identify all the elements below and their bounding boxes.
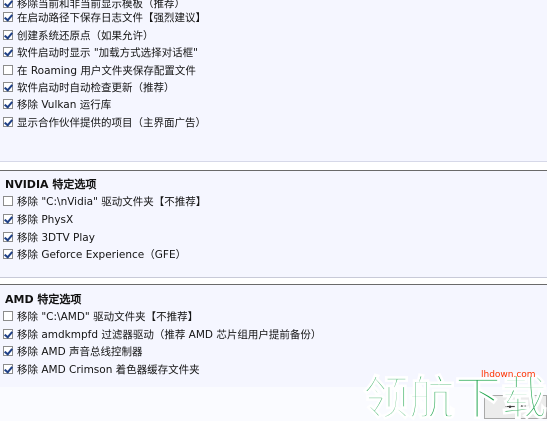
- option-remove-nvidia-folder[interactable]: 移除 "C:\nVidia" 驱动文件夹【不推荐】: [0, 193, 206, 209]
- checkbox[interactable]: [3, 232, 13, 242]
- checkbox[interactable]: [3, 47, 13, 57]
- option-remove-amd-audio-bus[interactable]: 移除 AMD 声音总线控制器: [0, 343, 143, 359]
- option-label: 移除 "C:\nVidia" 驱动文件夹【不推荐】: [17, 195, 207, 208]
- option-roaming-config[interactable]: 在 Roaming 用户文件夹保存配置文件: [0, 62, 196, 78]
- nvidia-section-title: NVIDIA 特定选项: [5, 178, 97, 191]
- option-label: 显示合作伙伴提供的项目（主界面广告）: [17, 116, 206, 129]
- option-remove-gfe[interactable]: 移除 Geforce Experience（GFE）: [0, 246, 186, 262]
- checkbox[interactable]: [3, 0, 13, 8]
- option-label: 移除 AMD 声音总线控制器: [17, 345, 143, 358]
- option-remove-crimson-cache[interactable]: 移除 AMD Crimson 着色器缓存文件夹: [0, 361, 200, 377]
- option-remove-amd-folder[interactable]: 移除 "C:\AMD" 驱动文件夹【不推荐】: [0, 308, 198, 324]
- checkbox[interactable]: [3, 329, 13, 339]
- option-label: 软件启动时显示 "加载方式选择对话框": [17, 46, 198, 59]
- option-label: 移除 Geforce Experience（GFE）: [17, 248, 187, 261]
- option-label: 软件启动时自动检查更新（推荐）: [17, 81, 175, 94]
- option-label: 移除 PhysX: [17, 213, 74, 226]
- checkbox[interactable]: [3, 99, 13, 109]
- checkbox[interactable]: [3, 65, 13, 75]
- watermark-logo: 领航下载 lhdown.com: [362, 362, 547, 424]
- checkbox[interactable]: [3, 364, 13, 374]
- option-label: 移除 amdkmpfd 过滤器驱动（推荐 AMD 芯片组用户提前备份）: [17, 328, 322, 341]
- option-label: 在 Roaming 用户文件夹保存配置文件: [17, 64, 196, 77]
- option-remove-physx[interactable]: 移除 PhysX: [0, 211, 73, 227]
- option-remove-vulkan[interactable]: 移除 Vulkan 运行库: [0, 96, 111, 112]
- checkbox[interactable]: [3, 249, 13, 259]
- option-remove-amdkmpfd[interactable]: 移除 amdkmpfd 过滤器驱动（推荐 AMD 芯片组用户提前备份）: [0, 326, 321, 342]
- checkbox[interactable]: [3, 196, 13, 206]
- option-remove-3dtv[interactable]: 移除 3DTV Play: [0, 229, 95, 245]
- checkbox[interactable]: [3, 82, 13, 92]
- checkbox[interactable]: [3, 214, 13, 224]
- option-save-log[interactable]: 在启动路径下保存日志文件【强烈建议】: [0, 9, 206, 25]
- option-label: 移除 Vulkan 运行库: [17, 98, 112, 111]
- checkbox[interactable]: [3, 346, 13, 356]
- option-label: 在启动路径下保存日志文件【强烈建议】: [17, 11, 206, 24]
- amd-section-title: AMD 特定选项: [5, 293, 82, 306]
- general-options-panel: 移除当前和非当前显示模板（推荐） 在启动路径下保存日志文件【强烈建议】 创建系统…: [0, 0, 547, 162]
- option-label: 创建系统还原点（如果允许）: [17, 29, 154, 42]
- nvidia-options-panel: NVIDIA 特定选项 移除 "C:\nVidia" 驱动文件夹【不推荐】 移除…: [0, 170, 547, 278]
- watermark-site: lhdown.com: [481, 370, 536, 380]
- checkbox[interactable]: [3, 117, 13, 127]
- option-label: 移除 "C:\AMD" 驱动文件夹【不推荐】: [17, 310, 199, 323]
- option-auto-update[interactable]: 软件启动时自动检查更新（推荐）: [0, 79, 175, 95]
- checkbox[interactable]: [3, 30, 13, 40]
- option-label: 移除 3DTV Play: [17, 231, 95, 244]
- option-restore-point[interactable]: 创建系统还原点（如果允许）: [0, 27, 154, 43]
- checkbox[interactable]: [3, 12, 13, 22]
- checkbox[interactable]: [3, 311, 13, 321]
- option-label: 移除 AMD Crimson 着色器缓存文件夹: [17, 363, 200, 376]
- option-show-load-dialog[interactable]: 软件启动时显示 "加载方式选择对话框": [0, 44, 198, 60]
- option-partner-items[interactable]: 显示合作伙伴提供的项目（主界面广告）: [0, 114, 206, 130]
